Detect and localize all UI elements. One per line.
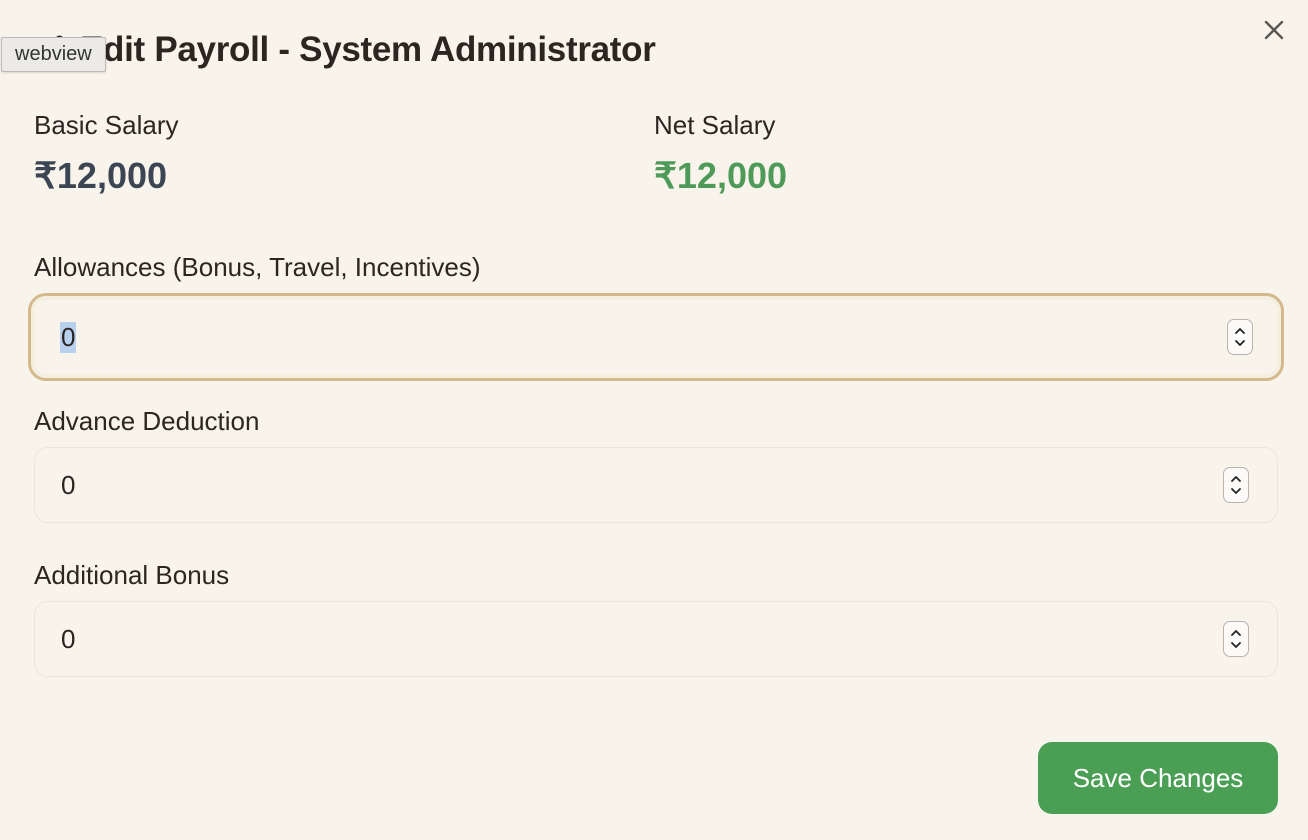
additional-bonus-stepper[interactable] [1223,621,1249,657]
allowances-stepper[interactable] [1227,319,1253,355]
close-icon [1264,20,1284,40]
salary-summary: Basic Salary ₹12,000 Net Salary ₹12,000 [34,110,1274,197]
additional-bonus-field: Additional Bonus 0 [34,560,1278,677]
modal-header: Edit Payroll - System Administrator [34,26,656,74]
close-button[interactable] [1258,14,1290,46]
stepper-icon [1231,476,1241,494]
basic-salary-value: ₹12,000 [34,155,168,196]
net-salary-label: Net Salary [654,110,776,140]
advance-deduction-label: Advance Deduction [34,406,260,436]
save-changes-button[interactable]: Save Changes [1038,742,1278,814]
basic-salary-block: Basic Salary ₹12,000 [34,110,654,197]
additional-bonus-label: Additional Bonus [34,560,230,590]
allowances-label: Allowances (Bonus, Travel, Incentives) [34,252,481,282]
allowances-field: Allowances (Bonus, Travel, Incentives) 0 [28,252,1284,381]
webview-tooltip: webview [1,37,106,72]
advance-deduction-stepper[interactable] [1223,467,1249,503]
stepper-icon [1231,630,1241,648]
basic-salary-label: Basic Salary [34,110,179,140]
edit-payroll-modal: Edit Payroll - System Administrator webv… [0,0,1308,840]
additional-bonus-input[interactable]: 0 [34,601,1278,677]
stepper-icon [1235,328,1245,346]
advance-deduction-value: 0 [61,469,76,500]
advance-deduction-field: Advance Deduction 0 [34,406,1278,523]
allowances-input[interactable]: 0 [28,293,1284,381]
allowances-value: 0 [60,321,77,353]
advance-deduction-input[interactable]: 0 [34,447,1278,523]
modal-title: Edit Payroll - System Administrator [80,30,656,69]
net-salary-block: Net Salary ₹12,000 [654,110,1274,197]
additional-bonus-value: 0 [61,623,76,654]
net-salary-value: ₹12,000 [654,155,788,196]
